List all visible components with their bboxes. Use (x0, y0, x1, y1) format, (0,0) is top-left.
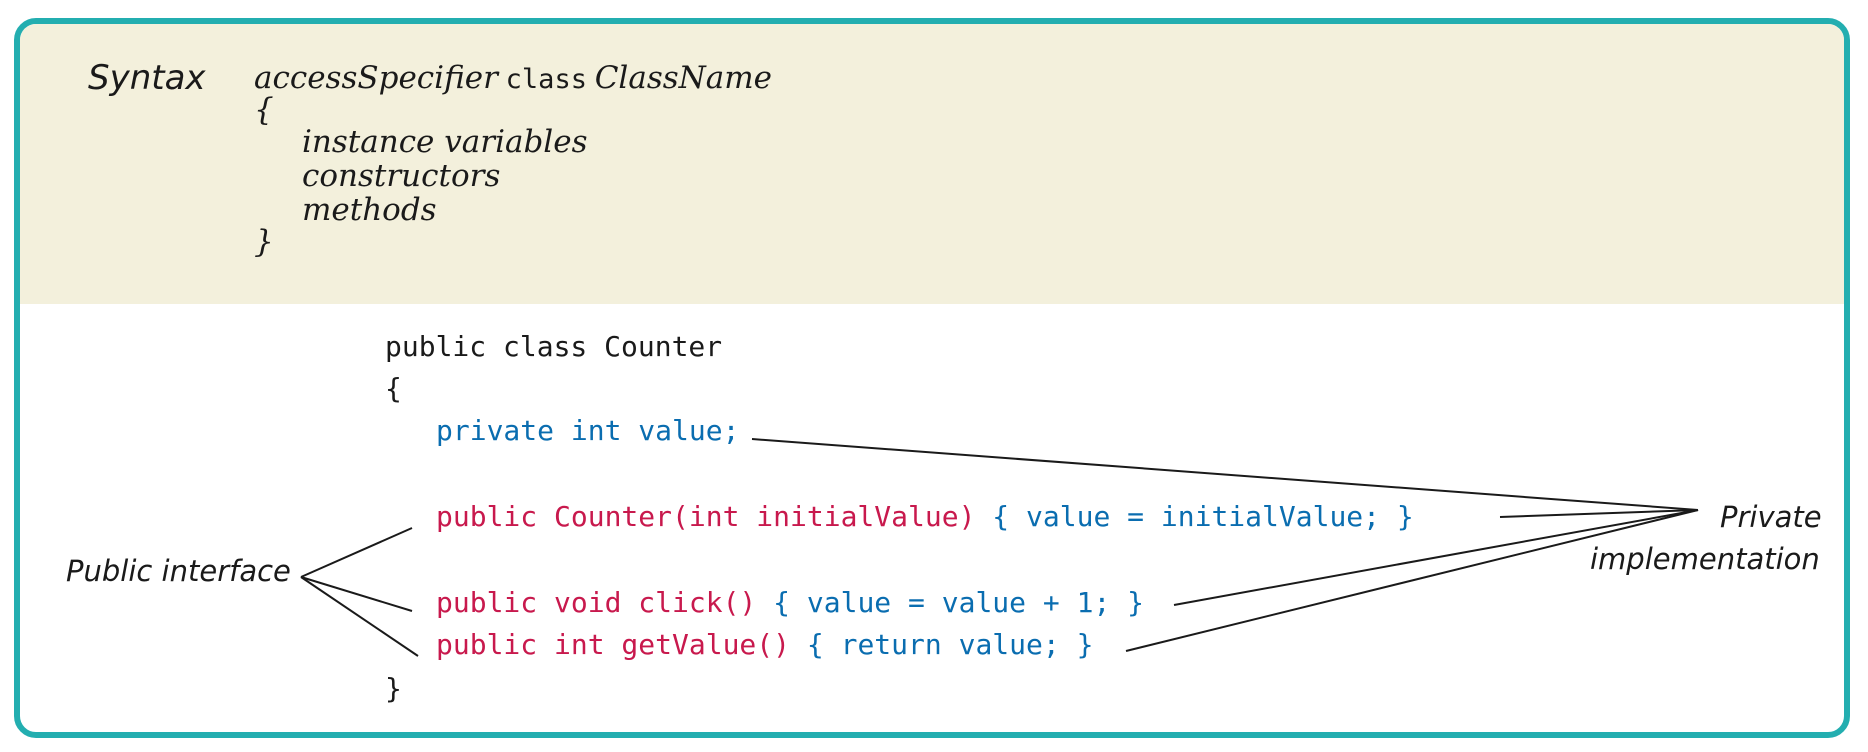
private-leader-field (751, 438, 1699, 511)
public-leader-constructor (300, 527, 413, 578)
public-leader-getvalue (300, 576, 419, 657)
leader-lines (300, 438, 1699, 657)
public-leader-click (300, 576, 413, 612)
private-leader-getvalue (1125, 509, 1699, 652)
private-leader-click (1173, 509, 1699, 606)
